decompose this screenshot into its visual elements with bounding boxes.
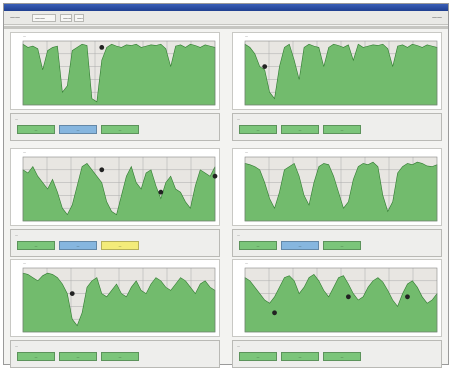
toolbar-button[interactable]: —— [60, 14, 72, 22]
chart-title: — [245, 150, 248, 154]
legend-chips: — — — [17, 125, 139, 134]
legend-chip[interactable]: — [59, 241, 97, 250]
chart-area: — [10, 259, 220, 337]
legend-chips: — — — [17, 352, 139, 361]
legend-chip[interactable]: — [323, 352, 361, 361]
view-dropdown[interactable]: —— [32, 14, 56, 22]
toolbar-label: —— [10, 15, 20, 21]
data-marker [405, 294, 410, 300]
legend-chip[interactable]: — [281, 352, 319, 361]
data-marker [272, 310, 277, 316]
toolbar: —— —— —— —— —— [4, 11, 448, 25]
chart-title: — [245, 261, 248, 265]
legend-title: — [15, 344, 18, 348]
application-window: —— —— —— — — — — — — — — — — — — — — — —… [3, 3, 449, 368]
area-chart [22, 40, 216, 106]
chart-title: — [23, 150, 26, 154]
toolbar-button[interactable]: —— [74, 14, 84, 22]
chart-panel: — — — — — [232, 148, 442, 259]
area-chart [244, 40, 438, 106]
legend-chip[interactable]: — [323, 125, 361, 134]
chart-area: — [232, 148, 442, 226]
legend-panel: — — — — [10, 113, 220, 141]
chart-area: — [232, 259, 442, 337]
legend-chip[interactable]: — [239, 352, 277, 361]
toolbar-right-label: —— [432, 15, 442, 21]
legend-panel: — — — — [232, 229, 442, 257]
data-marker [99, 45, 105, 50]
chart-panel: — — — — — [232, 259, 442, 370]
chart-title: — [245, 34, 248, 38]
data-marker [345, 294, 351, 300]
legend-panel: — — — — [232, 113, 442, 141]
legend-title: — [237, 233, 240, 237]
data-marker [212, 173, 218, 179]
chart-area: — [232, 32, 442, 110]
legend-chip[interactable]: — [59, 352, 97, 361]
legend-title: — [15, 233, 18, 237]
legend-chip[interactable]: — [101, 125, 139, 134]
chart-panel: — — — — — [10, 259, 220, 370]
legend-chip[interactable]: — [323, 241, 361, 250]
area-chart [22, 267, 216, 333]
chart-panel: — — — — — [232, 32, 442, 143]
legend-title: — [237, 344, 240, 348]
legend-chips: — — — [239, 352, 361, 361]
legend-chip[interactable]: — [239, 241, 277, 250]
chart-panel: — — — — — [10, 32, 220, 143]
legend-chip[interactable]: — [17, 125, 55, 134]
data-marker [158, 189, 164, 195]
area-chart [22, 156, 218, 222]
chart-title: — [23, 261, 26, 265]
legend-panel: — — — — [10, 340, 220, 368]
area-chart [244, 156, 438, 222]
chart-area: — [10, 32, 220, 110]
legend-chip[interactable]: — [101, 241, 139, 250]
legend-title: — [15, 117, 18, 121]
legend-chip[interactable]: — [281, 125, 319, 134]
data-marker [262, 64, 268, 69]
legend-chips: — — — [17, 241, 139, 250]
legend-panel: — — — — [10, 229, 220, 257]
legend-chip[interactable]: — [239, 125, 277, 134]
toolbar-separator [4, 26, 448, 29]
legend-chip[interactable]: — [17, 352, 55, 361]
legend-chip[interactable]: — [17, 241, 55, 250]
chart-panel: — — — — — [10, 148, 220, 259]
legend-chip[interactable]: — [101, 352, 139, 361]
legend-chips: — — — [239, 241, 361, 250]
title-bar [4, 4, 448, 11]
area-chart [244, 267, 438, 333]
chart-title: — [23, 34, 26, 38]
data-marker [69, 291, 75, 296]
legend-chips: — — — [239, 125, 361, 134]
legend-chip[interactable]: — [59, 125, 97, 134]
legend-title: — [237, 117, 240, 121]
legend-panel: — — — — [232, 340, 442, 368]
data-marker [99, 167, 105, 173]
legend-chip[interactable]: — [281, 241, 319, 250]
chart-area: — [10, 148, 220, 226]
series-area [22, 43, 216, 106]
